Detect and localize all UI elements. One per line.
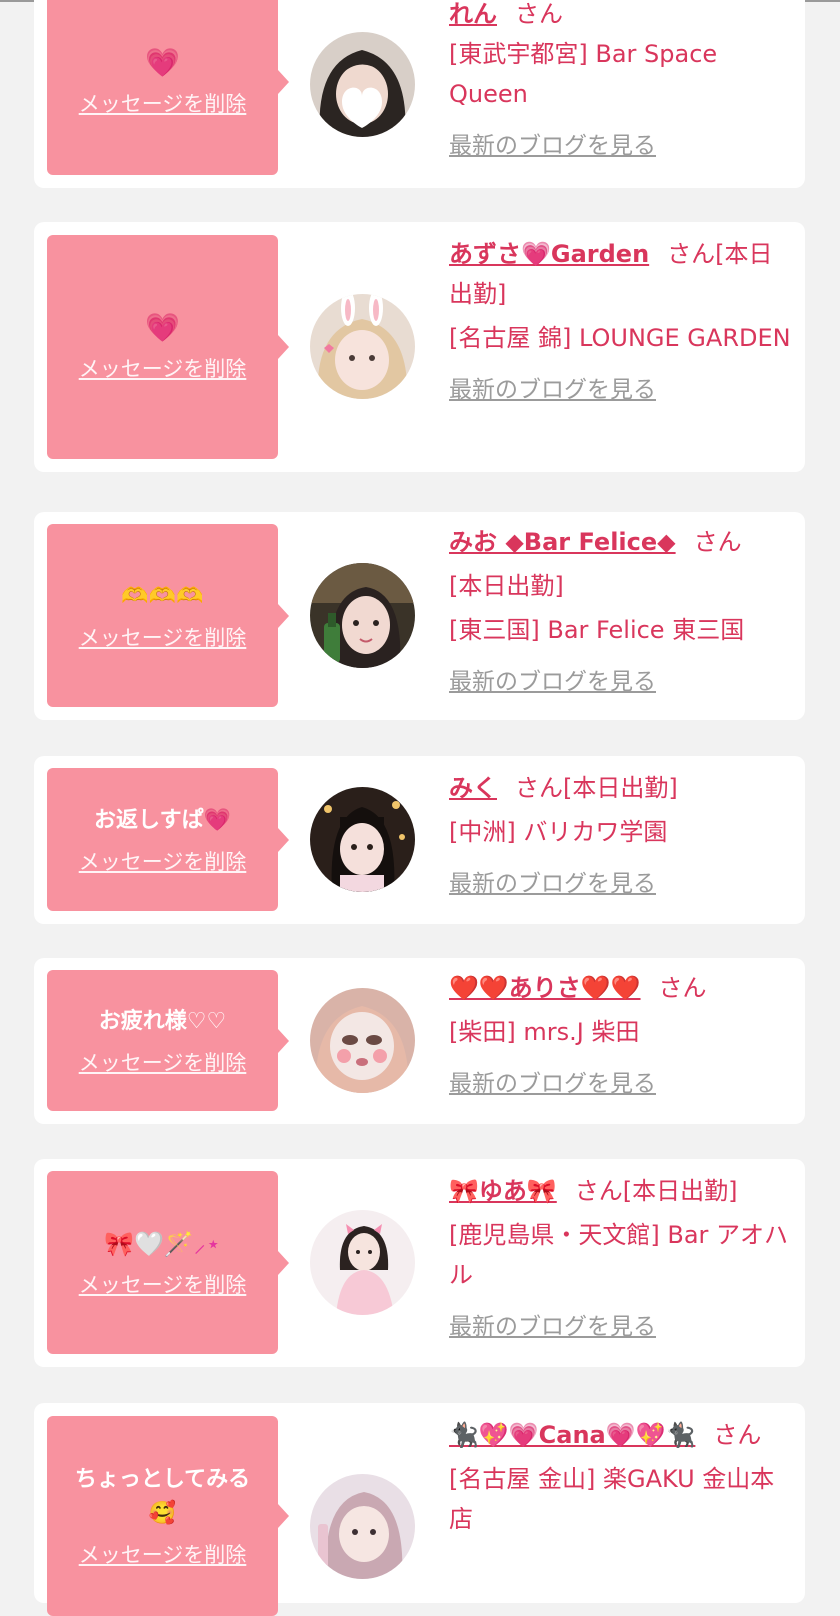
latest-blog-link[interactable]: 最新のブログを見る <box>449 370 656 410</box>
shop-name: [東三国] Bar Felice 東三国 <box>449 616 745 644</box>
message-card: 🫶🫶🫶 メッセージを削除 みお ◆Bar Felice◆ さん [本日出勤] [東… <box>34 512 805 720</box>
cast-name-link[interactable]: 🐈‍⬛💖💗Cana💗💖🐈‍⬛ <box>449 1421 695 1449</box>
latest-blog-link[interactable]: 最新のブログを見る <box>449 126 656 166</box>
cast-name-line: ❤️❤️ありさ❤️❤️ さん <box>449 968 794 1008</box>
cast-info: あずさ💗Garden さん[本日出勤] [名古屋 錦] LOUNGE GARDEN… <box>449 234 794 410</box>
cast-name-link[interactable]: みお ◆Bar Felice◆ <box>449 528 676 556</box>
message-text: お返しすぱ💗 <box>94 807 231 833</box>
message-card: 💗 メッセージを削除 れん さん [東武宇都宮] Bar Space Queen … <box>34 0 805 188</box>
avatar[interactable] <box>310 787 415 892</box>
message-bubble: お疲れ様♡♡ メッセージを削除 <box>47 970 289 1111</box>
shop-name: [柴田] mrs.J 柴田 <box>449 1018 640 1046</box>
message-bubble: ちょっとしてみる🥰 メッセージを削除 <box>47 1416 289 1616</box>
honorific: さん <box>515 0 563 28</box>
cast-info: 🐈‍⬛💖💗Cana💗💖🐈‍⬛ さん [名古屋 金山] 楽GAKU 金山本店 <box>449 1415 794 1539</box>
shop-name: [中洲] バリカワ学園 <box>449 818 668 846</box>
latest-blog-link[interactable]: 最新のブログを見る <box>449 864 656 904</box>
cast-info: ❤️❤️ありさ❤️❤️ さん [柴田] mrs.J 柴田 最新のブログを見る <box>449 968 794 1104</box>
honorific: さん[本日出勤] <box>574 1177 738 1205</box>
delete-message-link[interactable]: メッセージを削除 <box>79 1539 247 1569</box>
honorific: さん <box>713 1421 762 1449</box>
cast-info: みお ◆Bar Felice◆ さん [本日出勤] [東三国] Bar Felic… <box>449 522 794 702</box>
cast-name-link[interactable]: 🎀ゆあ🎀 <box>449 1177 557 1205</box>
message-card: 💗 メッセージを削除 あずさ💗Garden さん[本日出勤] [名古屋 錦] LO… <box>34 222 805 472</box>
message-bubble: 💗 メッセージを削除 <box>47 235 289 459</box>
message-card: お疲れ様♡♡ メッセージを削除 ❤️❤️ありさ❤️❤️ さん [柴田] mrs.J… <box>34 958 805 1124</box>
message-bubble: お返しすぱ💗 メッセージを削除 <box>47 768 289 911</box>
cast-name-line: みお ◆Bar Felice◆ さん <box>449 522 794 562</box>
cast-name-line: あずさ💗Garden さん[本日出勤] <box>449 234 794 314</box>
message-bubble: 💗 メッセージを削除 <box>47 0 289 175</box>
latest-blog-link[interactable]: 最新のブログを見る <box>449 662 656 702</box>
delete-message-link[interactable]: メッセージを削除 <box>79 88 247 118</box>
honorific: さん <box>658 974 707 1002</box>
avatar[interactable] <box>310 1210 415 1315</box>
delete-message-link[interactable]: メッセージを削除 <box>79 1269 247 1299</box>
message-text: 🫶🫶🫶 <box>121 583 204 609</box>
message-card: ちょっとしてみる🥰 メッセージを削除 🐈‍⬛💖💗Cana💗💖🐈‍⬛ さん [名古屋… <box>34 1403 805 1616</box>
message-text: お疲れ様♡♡ <box>98 1008 227 1034</box>
shop-name: [鹿児島県・天文館] Bar アオハル <box>449 1221 789 1289</box>
avatar[interactable] <box>310 32 415 137</box>
message-bubble: 🎀🤍🪄⸝⋆ メッセージを削除 <box>47 1171 289 1354</box>
cast-name-link[interactable]: あずさ💗Garden <box>449 240 649 268</box>
cast-info: みく さん[本日出勤] [中洲] バリカワ学園 最新のブログを見る <box>449 768 794 904</box>
status-text: [本日出勤] <box>449 572 564 600</box>
shop-name: [名古屋 錦] LOUNGE GARDEN <box>449 324 791 352</box>
honorific: さん[本日出勤] <box>515 774 678 802</box>
avatar[interactable] <box>310 988 415 1093</box>
delete-message-link[interactable]: メッセージを削除 <box>79 846 247 876</box>
message-text: 🎀🤍🪄⸝⋆ <box>104 1229 221 1258</box>
cast-name-line: れん さん <box>449 0 794 34</box>
message-card: 🎀🤍🪄⸝⋆ メッセージを削除 🎀ゆあ🎀 さん[本日出勤] [鹿児島県・天文館] B… <box>34 1159 805 1367</box>
message-bubble: 🫶🫶🫶 メッセージを削除 <box>47 524 289 707</box>
avatar[interactable] <box>310 294 415 399</box>
shop-name: [名古屋 金山] 楽GAKU 金山本店 <box>449 1465 775 1533</box>
cast-name-link[interactable]: ❤️❤️ありさ❤️❤️ <box>449 974 641 1002</box>
message-text: 💗 <box>145 45 180 79</box>
shop-name: [東武宇都宮] Bar Space Queen <box>449 40 718 108</box>
latest-blog-link[interactable]: 最新のブログを見る <box>449 1064 656 1104</box>
cast-name-link[interactable]: れん <box>449 0 497 28</box>
cast-name-line: 🐈‍⬛💖💗Cana💗💖🐈‍⬛ さん <box>449 1415 794 1455</box>
message-card: お返しすぱ💗 メッセージを削除 みく さん[本日出勤] [中洲] バリカワ学園 最… <box>34 756 805 924</box>
cast-name-line: 🎀ゆあ🎀 さん[本日出勤] <box>449 1171 794 1211</box>
cast-name-link[interactable]: みく <box>449 774 497 802</box>
avatar[interactable] <box>310 563 415 668</box>
delete-message-link[interactable]: メッセージを削除 <box>79 622 247 652</box>
message-text: 💗 <box>145 311 180 344</box>
latest-blog-link[interactable]: 最新のブログを見る <box>449 1307 656 1347</box>
cast-name-line: みく さん[本日出勤] <box>449 768 794 808</box>
cast-info: 🎀ゆあ🎀 さん[本日出勤] [鹿児島県・天文館] Bar アオハル 最新のブログを… <box>449 1171 794 1347</box>
delete-message-link[interactable]: メッセージを削除 <box>79 1047 247 1077</box>
message-text: ちょっとしてみる🥰 <box>74 1467 251 1526</box>
cast-info: れん さん [東武宇都宮] Bar Space Queen 最新のブログを見る <box>449 0 794 166</box>
delete-message-link[interactable]: メッセージを削除 <box>79 353 247 383</box>
honorific: さん <box>693 528 742 556</box>
avatar[interactable] <box>310 1474 415 1579</box>
